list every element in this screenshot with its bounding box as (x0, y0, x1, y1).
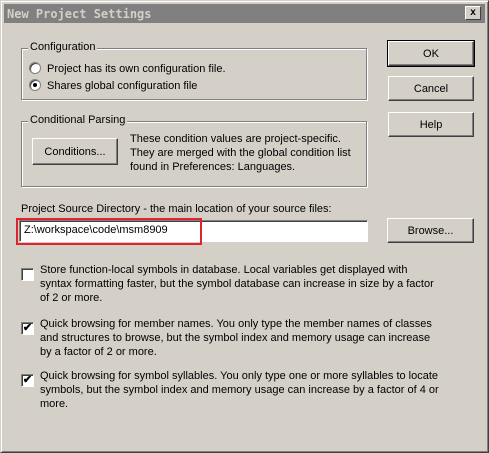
title-bar[interactable]: New Project Settings x (4, 4, 485, 23)
cancel-button[interactable]: Cancel (388, 76, 474, 101)
configuration-legend: Configuration (28, 41, 98, 53)
source-directory-label: Project Source Directory - the main loca… (21, 203, 332, 215)
conditions-button[interactable]: Conditions... (32, 138, 118, 165)
dialog-title: New Project Settings (7, 6, 152, 21)
conditional-parsing-legend: Conditional Parsing (28, 114, 128, 126)
radio-icon[interactable] (29, 79, 41, 91)
option-local-symbols[interactable]: Store function-local symbols in database… (21, 263, 441, 305)
option-symbol-syllables-text: Quick browsing for symbol syllables. You… (40, 370, 439, 410)
check-mark-icon: ✔ (22, 322, 33, 334)
option-symbol-syllables[interactable]: ✔ Quick browsing for symbol syllables. Y… (21, 369, 441, 411)
checkbox-local-symbols[interactable] (21, 268, 34, 281)
radio-icon[interactable] (29, 62, 41, 74)
checkbox-symbol-syllables[interactable]: ✔ (21, 374, 34, 387)
conditional-parsing-group: Conditional Parsing Conditions... These … (21, 114, 367, 187)
radio-selected-dot (33, 83, 37, 87)
browse-button[interactable]: Browse... (387, 218, 474, 243)
checkbox-member-names[interactable]: ✔ (21, 322, 34, 335)
ok-button[interactable]: OK (387, 40, 475, 67)
radio-own-config[interactable]: Project has its own configuration file. (29, 62, 226, 76)
check-mark-icon: ✔ (22, 374, 33, 386)
configuration-group: Configuration Project has its own config… (21, 41, 367, 100)
option-member-names[interactable]: ✔ Quick browsing for member names. You o… (21, 317, 441, 359)
option-member-names-text: Quick browsing for member names. You onl… (40, 318, 432, 358)
help-button[interactable]: Help (388, 112, 474, 137)
radio-own-config-label: Project has its own configuration file. (47, 63, 226, 75)
project-settings-dialog: New Project Settings x Configuration Pro… (0, 0, 489, 453)
radio-shared-config[interactable]: Shares global configuration file (29, 79, 197, 93)
source-directory-highlight (16, 218, 202, 245)
close-button[interactable]: x (465, 6, 481, 20)
option-local-symbols-text: Store function-local symbols in database… (40, 264, 434, 304)
radio-shared-config-label: Shares global configuration file (47, 80, 198, 92)
close-icon: x (470, 7, 476, 18)
conditional-parsing-description: These condition values are project-speci… (130, 133, 351, 173)
